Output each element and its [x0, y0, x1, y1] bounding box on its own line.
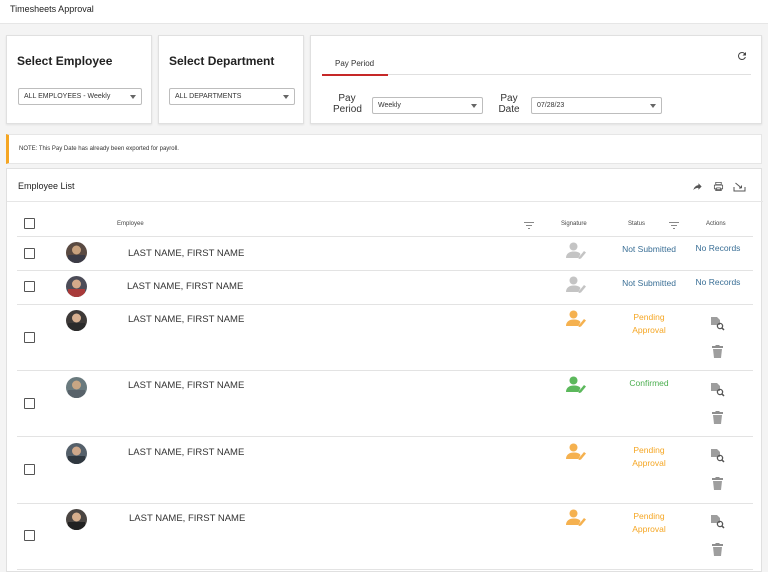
trash-icon[interactable]: [712, 543, 723, 556]
avatar: [66, 377, 87, 398]
chevron-down-icon: [471, 104, 477, 108]
employee-name: LAST NAME, FIRST NAME: [127, 281, 244, 292]
status-badge: Not Submitted: [622, 244, 676, 254]
department-select[interactable]: ALL DEPARTMENTS: [169, 88, 295, 105]
trash-icon[interactable]: [712, 345, 723, 358]
employee-list: Employee List Employee Signature Status …: [6, 168, 763, 572]
share-icon[interactable]: [692, 181, 703, 192]
chevron-down-icon: [130, 95, 136, 99]
employee-select[interactable]: ALL EMPLOYEES - Weekly: [18, 88, 142, 105]
employee-list-title: Employee List: [18, 181, 75, 191]
list-header-divider: [7, 201, 763, 202]
tab-divider: [388, 74, 751, 75]
select-all-checkbox[interactable]: [24, 218, 35, 229]
no-records-link[interactable]: No Records: [688, 243, 748, 253]
document-search-icon[interactable]: [710, 383, 725, 397]
pay-period-card: Pay Period Pay Period Weekly Pay Date 07/2…: [310, 35, 762, 124]
employee-name: LAST NAME, FIRST NAME: [128, 248, 245, 259]
status-badge: Not Submitted: [622, 278, 676, 288]
department-filter-heading: Select Department: [169, 54, 275, 68]
download-icon[interactable]: [733, 181, 746, 192]
column-header-status: Status: [628, 221, 646, 227]
person-sign-icon: [566, 509, 586, 526]
print-icon[interactable]: [713, 181, 724, 192]
department-select-value: ALL DEPARTMENTS: [175, 93, 242, 100]
chevron-down-icon: [283, 95, 289, 99]
pay-period-value: Weekly: [378, 102, 401, 109]
row-divider: [17, 236, 753, 237]
employee-name: LAST NAME, FIRST NAME: [128, 380, 245, 391]
document-search-icon[interactable]: [710, 317, 725, 331]
employee-filter-heading: Select Employee: [17, 54, 113, 68]
chevron-down-icon: [650, 104, 656, 108]
export-note-text: NOTE: This Pay Date has already been exp…: [19, 146, 179, 152]
row-divider: [17, 370, 753, 371]
pay-date-value: 07/28/23: [537, 102, 565, 109]
employee-name: LAST NAME, FIRST NAME: [128, 447, 245, 458]
person-sign-icon: [566, 376, 586, 393]
person-sign-icon: [566, 276, 586, 293]
avatar: [66, 443, 87, 464]
column-header-signature: Signature: [561, 221, 587, 227]
tab-active-indicator: [322, 74, 388, 76]
document-search-icon[interactable]: [710, 515, 725, 529]
column-header-actions: Actions: [706, 221, 726, 227]
row-divider: [17, 569, 753, 570]
row-divider: [17, 304, 753, 305]
pay-date-select[interactable]: 07/28/23: [531, 97, 662, 114]
document-search-icon[interactable]: [710, 449, 725, 463]
person-sign-icon: [566, 310, 586, 327]
employee-filter-card: Select Employee ALL EMPLOYEES - Weekly: [6, 35, 152, 124]
row-divider: [17, 436, 753, 437]
page-title: Timesheets Approval: [10, 4, 94, 14]
row-divider: [17, 503, 753, 504]
column-header-employee: Employee: [117, 221, 144, 227]
row-checkbox[interactable]: [24, 281, 35, 292]
tab-pay-period[interactable]: Pay Period: [335, 59, 374, 68]
status-badge: Pending Approval: [632, 445, 666, 468]
status-badge: Confirmed: [629, 378, 669, 388]
avatar: [66, 276, 87, 297]
top-bar: Timesheets Approval: [0, 0, 768, 24]
export-note: NOTE: This Pay Date has already been exp…: [6, 134, 762, 164]
row-checkbox[interactable]: [24, 332, 35, 343]
status-badge: Pending Approval: [632, 511, 666, 534]
sort-icon[interactable]: [669, 222, 679, 229]
row-checkbox[interactable]: [24, 248, 35, 259]
department-filter-card: Select Department ALL DEPARTMENTS: [158, 35, 304, 124]
trash-icon[interactable]: [712, 411, 723, 424]
person-sign-icon: [566, 242, 586, 259]
row-checkbox[interactable]: [24, 530, 35, 541]
row-divider: [17, 270, 753, 271]
avatar: [66, 310, 87, 331]
avatar: [66, 242, 87, 263]
employee-select-value: ALL EMPLOYEES - Weekly: [24, 93, 111, 100]
avatar: [66, 509, 87, 530]
row-checkbox[interactable]: [24, 464, 35, 475]
employee-name: LAST NAME, FIRST NAME: [128, 314, 245, 325]
no-records-link[interactable]: No Records: [688, 277, 748, 287]
pay-period-select[interactable]: Weekly: [372, 97, 483, 114]
row-checkbox[interactable]: [24, 398, 35, 409]
refresh-icon[interactable]: [736, 50, 748, 62]
status-badge: Pending Approval: [632, 312, 666, 335]
person-sign-icon: [566, 443, 586, 460]
sort-icon[interactable]: [524, 222, 534, 229]
trash-icon[interactable]: [712, 477, 723, 490]
pay-date-label: Pay Date: [498, 93, 520, 115]
pay-period-label: Pay Period: [333, 93, 362, 115]
employee-name: LAST NAME, FIRST NAME: [129, 513, 246, 524]
